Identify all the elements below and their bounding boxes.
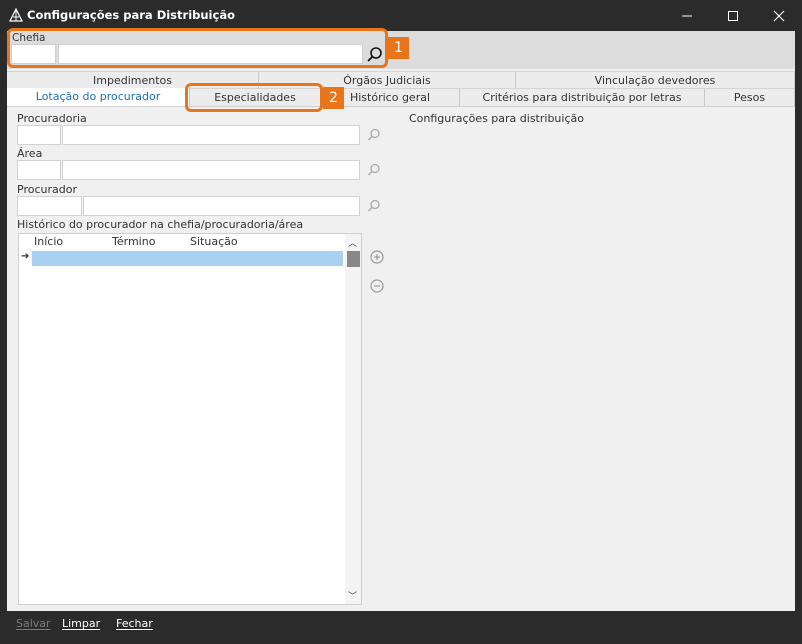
procuradoria-name-input[interactable] — [62, 125, 360, 145]
area-code-input[interactable] — [17, 160, 61, 180]
remove-row-icon[interactable] — [369, 278, 385, 294]
tab-lotacao-do-procurador[interactable]: Lotação do procurador — [7, 88, 190, 106]
procurador-search-icon[interactable] — [366, 198, 382, 214]
historico-label: Histórico do procurador na chefia/procur… — [17, 218, 304, 231]
app-logo-icon — [9, 8, 23, 22]
config-distribuicao-label: Configurações para distribuição — [409, 112, 584, 125]
window-title: Configurações para Distribuição — [27, 8, 235, 22]
area-name-input[interactable] — [62, 160, 360, 180]
close-icon — [773, 10, 785, 22]
minimize-button[interactable] — [664, 0, 710, 31]
column-header-termino[interactable]: Término — [112, 235, 155, 248]
window-content: Chefia Impedimentos Órgãos Judiciais Vin… — [7, 28, 795, 611]
column-header-inicio[interactable]: Início — [34, 235, 63, 248]
procurador-name-input[interactable] — [83, 196, 360, 216]
maximize-icon — [728, 11, 738, 21]
title-bar: Configurações para Distribuição — [0, 0, 802, 31]
tab-criterios-distribuicao-letras[interactable]: Critérios para distribuição por letras — [460, 88, 705, 106]
row-indicator-arrow-icon: ➔ — [21, 251, 30, 262]
tab-pesos[interactable]: Pesos — [705, 88, 795, 106]
highlight-box-chefia — [7, 28, 388, 68]
procuradoria-code-input[interactable] — [17, 125, 61, 145]
tab-vinculacao-devedores[interactable]: Vinculação devedores — [516, 71, 795, 89]
maximize-button[interactable] — [710, 0, 756, 31]
highlight-box-especialidades — [185, 83, 323, 112]
close-window-button[interactable]: Fechar — [116, 617, 153, 630]
scroll-down-icon[interactable]: ﹀ — [348, 589, 357, 602]
scrollbar-thumb[interactable] — [347, 251, 360, 267]
footer-toolbar: Salvar Limpar Fechar — [7, 611, 795, 637]
table-row[interactable] — [32, 251, 343, 266]
procurador-label: Procurador — [17, 183, 77, 196]
highlight-badge-1: 1 — [388, 37, 409, 59]
procuradoria-search-icon[interactable] — [366, 127, 382, 143]
procuradoria-label: Procuradoria — [17, 112, 87, 125]
historico-grid: Início Término Situação ➔ ︿ ﹀ — [18, 233, 362, 605]
grid-header: Início Término Situação — [19, 234, 347, 250]
clear-button[interactable]: Limpar — [62, 617, 100, 630]
save-button[interactable]: Salvar — [16, 617, 51, 630]
highlight-badge-2: 2 — [323, 87, 344, 109]
grid-vertical-scrollbar[interactable]: ︿ ﹀ — [345, 234, 361, 604]
scroll-up-icon[interactable]: ︿ — [348, 236, 357, 249]
lotacao-panel: Procuradoria Área Procurador Histórico d… — [7, 106, 795, 611]
minimize-icon — [682, 15, 692, 17]
close-button[interactable] — [756, 0, 802, 31]
procurador-code-input[interactable] — [17, 196, 82, 216]
tab-row-top: Impedimentos Órgãos Judiciais Vinculação… — [7, 71, 795, 89]
area-label: Área — [17, 147, 43, 160]
tab-row-bottom: Lotação do procurador Especialidades His… — [7, 88, 795, 106]
add-row-icon[interactable] — [369, 249, 385, 265]
area-search-icon[interactable] — [366, 162, 382, 178]
column-header-situacao[interactable]: Situação — [190, 235, 238, 248]
